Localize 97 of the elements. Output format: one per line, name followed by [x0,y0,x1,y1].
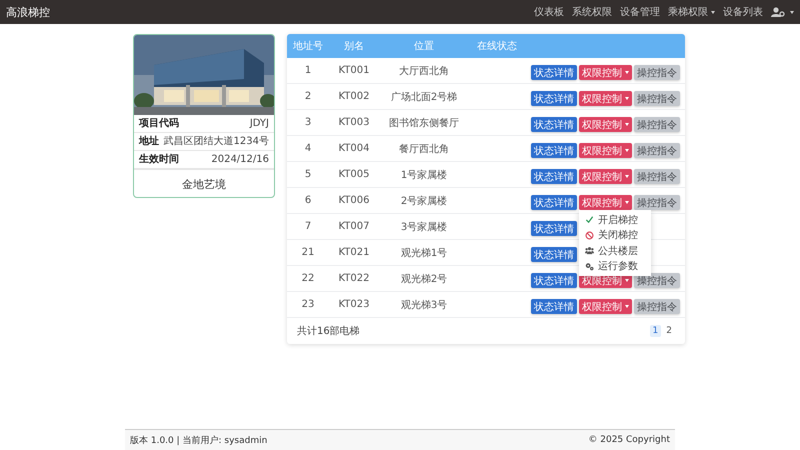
table-cell-text: 22 [300,273,316,284]
brand-title[interactable]: 高浪梯控 [6,4,50,20]
total-count: 共计16部电梯 [297,324,360,338]
command-button[interactable]: 操控指令 [634,299,680,314]
table-cell-text: KT003 [338,117,370,128]
nav-link[interactable]: 乘梯权限 [668,5,715,19]
table-cell-text: 21 [300,247,316,258]
details-button[interactable]: 状态详情 [531,299,577,314]
page-link[interactable]: 1 [650,325,662,337]
project-name: 金地艺境 [134,169,274,197]
table-cell-text: KT023 [338,299,370,310]
table-cell-text: 图书馆东侧餐厅 [388,116,460,130]
caret-icon [625,97,629,100]
table-cell-text: 观光梯1号 [400,246,448,260]
table-cell-text: KT005 [338,169,370,180]
command-button[interactable]: 操控指令 [634,117,680,132]
caret-icon [711,10,715,14]
table-cell-text: 2 [304,91,312,102]
nav-link[interactable]: 仪表板 [534,5,564,19]
column-header: 别名 [343,40,365,53]
details-button[interactable]: 状态详情 [531,91,577,106]
check-icon [585,215,594,224]
table-cell-text: 6 [304,195,312,206]
table-cell-text: 广场北面2号梯 [390,90,458,104]
table-cell-text: 1号家属楼 [400,168,448,182]
table-cell-text: 大厅西北角 [398,64,450,78]
permission-dropdown-button[interactable]: 权限控制 [579,299,632,314]
menu-item[interactable]: 开启梯控 [579,212,651,228]
column-header: 地址号 [292,40,324,53]
details-button[interactable]: 状态详情 [531,169,577,184]
field-value: JDYJ [250,117,269,130]
menu-item[interactable]: 公共楼层 [579,242,651,258]
table-cell-text: 餐厅西北角 [398,142,450,156]
permission-dropdown-button[interactable]: 权限控制 [579,91,632,106]
table-cell-text: 观光梯3号 [400,298,448,312]
details-button[interactable]: 状态详情 [531,65,577,80]
nav-link[interactable]: 系统权限 [572,5,612,19]
table-cell-text: KT022 [338,273,370,284]
table-cell-text: KT006 [338,195,370,206]
details-button[interactable]: 状态详情 [531,221,577,236]
table-cell-text: KT007 [338,221,370,232]
command-button[interactable]: 操控指令 [634,65,680,80]
copyright-text: © 2025 Copyright [588,435,670,445]
version-text: 版本 1.0.0 | 当前用户: sysadmin [130,434,268,446]
menu-item[interactable]: 关闭梯控 [579,227,651,243]
command-button[interactable]: 操控指令 [634,143,680,158]
permission-dropdown-button[interactable]: 权限控制 [579,195,632,210]
nav-link[interactable]: 设备管理 [620,5,660,19]
menu-item[interactable]: 运行参数 [579,258,651,274]
table-cell-text: 观光梯2号 [400,272,448,286]
field-label: 生效时间 [139,153,179,166]
details-button[interactable]: 状态详情 [531,247,577,262]
permission-dropdown-button[interactable]: 权限控制 [579,117,632,132]
field-label: 项目代码 [139,117,179,130]
command-button[interactable]: 操控指令 [634,169,680,184]
table-cell-text: 3号家属楼 [400,220,448,234]
ban-icon [585,230,594,240]
permission-dropdown-button[interactable]: 权限控制 [579,143,632,158]
caret-icon [625,175,629,178]
table-cell-text: 5 [304,169,312,180]
caret-icon [625,71,629,74]
permission-dropdown-button[interactable]: 权限控制 [579,169,632,184]
command-button[interactable]: 操控指令 [634,273,680,288]
nav-link[interactable]: 设备列表 [723,5,763,19]
field-value: 武昌区团结大道1234号 [164,135,269,148]
table-cell-text: 7 [304,221,312,232]
command-button[interactable]: 操控指令 [634,91,680,106]
user-menu[interactable] [771,7,794,17]
table-cell-text: 1 [304,65,312,76]
command-button[interactable]: 操控指令 [634,195,680,210]
table-cell-text: KT004 [338,143,370,154]
details-button[interactable]: 状态详情 [531,195,577,210]
caret-icon [790,10,794,14]
caret-icon [625,149,629,152]
table-cell-text: 23 [300,299,316,310]
table-cell-text: 3 [304,117,312,128]
caret-icon [625,279,629,282]
table-cell-text: KT001 [338,65,370,76]
page-link[interactable]: 2 [663,325,675,337]
field-value: 2024/12/16 [211,153,269,166]
caret-icon [625,123,629,126]
gears-icon [585,262,594,270]
caret-icon [625,305,629,308]
permission-dropdown-button[interactable]: 权限控制 [579,65,632,80]
table-cell-text: KT002 [338,91,370,102]
users-icon [585,246,594,255]
user-icon [771,7,785,17]
table-cell-text: KT021 [338,247,370,258]
column-header: 位置 [413,40,435,53]
caret-icon [625,201,629,204]
details-button[interactable]: 状态详情 [531,273,577,288]
field-label: 地址 [139,135,159,148]
details-button[interactable]: 状态详情 [531,143,577,158]
table-cell-text: 2号家属楼 [400,194,448,208]
table-cell-text: 4 [304,143,312,154]
details-button[interactable]: 状态详情 [531,117,577,132]
column-header: 在线状态 [476,40,518,53]
